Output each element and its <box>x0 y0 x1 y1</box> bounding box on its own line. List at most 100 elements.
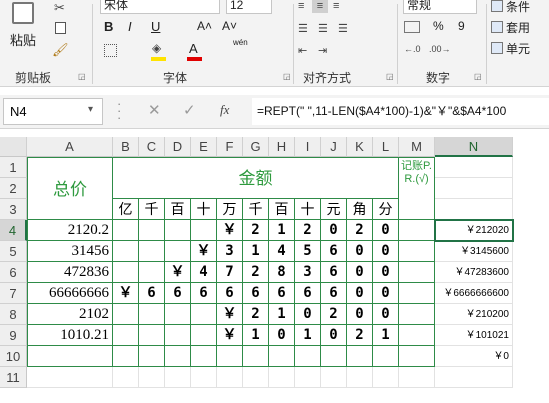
row-header-9[interactable]: 9 <box>0 325 27 346</box>
digit-cell[interactable]: 1 <box>269 304 295 325</box>
digit-cell[interactable]: 2 <box>243 220 269 241</box>
column-header-M[interactable]: M <box>399 137 435 157</box>
digit-cell[interactable]: 6 <box>217 283 243 304</box>
digit-cell[interactable] <box>269 346 295 367</box>
digit-cell[interactable]: 2 <box>347 220 373 241</box>
cell[interactable] <box>27 367 113 388</box>
increase-decimal-icon[interactable]: ←.0 <box>404 44 421 54</box>
font-dialog-icon[interactable]: ◲ <box>283 72 291 81</box>
format-painter-icon[interactable]: 🖌 <box>52 42 69 58</box>
cell[interactable] <box>243 367 269 388</box>
ledger-cell[interactable] <box>399 283 435 304</box>
digit-cell[interactable]: 6 <box>165 283 191 304</box>
cell-styles-button[interactable]: 单元 <box>506 40 530 57</box>
cell[interactable] <box>435 157 513 178</box>
digit-cell[interactable]: 6 <box>191 283 217 304</box>
font-name-select[interactable]: 宋体 <box>100 0 220 14</box>
column-header-D[interactable]: D <box>165 137 191 157</box>
row-header-3[interactable]: 3 <box>0 199 27 220</box>
digit-cell[interactable] <box>139 241 165 262</box>
cell[interactable] <box>269 367 295 388</box>
digit-cell[interactable]: 0 <box>347 241 373 262</box>
digit-cell[interactable] <box>191 325 217 346</box>
digit-cell[interactable]: 2 <box>295 220 321 241</box>
table-format-icon[interactable] <box>491 21 503 33</box>
column-header-E[interactable]: E <box>191 137 217 157</box>
align-center-icon[interactable]: ☰ <box>318 22 328 35</box>
ledger-cell[interactable] <box>399 220 435 241</box>
digit-cell[interactable]: 0 <box>295 304 321 325</box>
digit-cell[interactable]: 7 <box>217 262 243 283</box>
indent-decrease-icon[interactable]: ⇤ <box>298 44 307 57</box>
cell[interactable] <box>321 367 347 388</box>
font-color-button[interactable]: A <box>189 41 198 56</box>
n-result-cell[interactable]: ￥47283600 <box>435 262 513 283</box>
cut-icon[interactable]: ✂ <box>54 0 65 16</box>
ledger-pr-header[interactable]: 记账P.R.(√) <box>399 157 435 220</box>
digit-cell[interactable]: 2 <box>321 304 347 325</box>
digit-cell[interactable]: 0 <box>373 262 399 283</box>
row-header-6[interactable]: 6 <box>0 262 27 283</box>
number-dialog-icon[interactable]: ◲ <box>474 72 482 81</box>
cell-styles-icon[interactable] <box>491 42 503 54</box>
row-header-8[interactable]: 8 <box>0 304 27 325</box>
column-header-A[interactable]: A <box>27 137 113 157</box>
column-header-H[interactable]: H <box>269 137 295 157</box>
borders-icon[interactable] <box>104 44 117 57</box>
align-top-icon[interactable]: ≡ <box>298 0 304 12</box>
align-middle-icon[interactable]: ≡ <box>312 0 328 13</box>
digit-cell[interactable] <box>321 346 347 367</box>
digit-cell[interactable]: 2 <box>243 304 269 325</box>
format-as-table-button[interactable]: 套用 <box>506 19 530 36</box>
column-header-K[interactable]: K <box>347 137 373 157</box>
unit-header[interactable]: 十 <box>295 199 321 220</box>
digit-cell[interactable]: 6 <box>295 283 321 304</box>
currency-icon[interactable] <box>404 21 420 33</box>
row-header-1[interactable]: 1 <box>0 157 27 178</box>
selected-cell-n4[interactable] <box>434 219 514 242</box>
digit-cell[interactable] <box>139 262 165 283</box>
digit-cell[interactable]: 1 <box>243 325 269 346</box>
digit-cell[interactable]: 1 <box>269 220 295 241</box>
cell[interactable] <box>113 367 139 388</box>
digit-cell[interactable]: 0 <box>373 283 399 304</box>
align-bottom-icon[interactable]: ≡ <box>333 0 339 12</box>
digit-cell[interactable]: 6 <box>321 241 347 262</box>
name-box-dropdown-icon[interactable]: ▾ <box>88 104 93 115</box>
row-header-4[interactable]: 4 <box>0 220 27 241</box>
digit-cell[interactable] <box>165 220 191 241</box>
row-header-11[interactable]: 11 <box>0 367 27 388</box>
column-header-N[interactable]: N <box>435 137 513 157</box>
unit-header[interactable]: 元 <box>321 199 347 220</box>
digit-cell[interactable] <box>295 346 321 367</box>
cell[interactable] <box>217 367 243 388</box>
cell[interactable] <box>165 367 191 388</box>
digit-cell[interactable]: ￥ <box>217 304 243 325</box>
amount-value-cell[interactable]: 2120.2 <box>27 220 113 241</box>
unit-header[interactable]: 万 <box>217 199 243 220</box>
select-all-corner[interactable] <box>0 137 27 157</box>
decrease-decimal-icon[interactable]: .00→ <box>429 44 451 54</box>
column-header-C[interactable]: C <box>139 137 165 157</box>
ledger-cell[interactable] <box>399 241 435 262</box>
grow-font-button[interactable]: A˄ <box>197 19 212 33</box>
indent-increase-icon[interactable]: ⇥ <box>318 44 327 57</box>
digit-cell[interactable]: 6 <box>269 283 295 304</box>
digit-cell[interactable]: 0 <box>269 325 295 346</box>
digit-cell[interactable]: 6 <box>243 283 269 304</box>
paste-button[interactable]: 粘贴 <box>10 30 36 49</box>
ledger-cell[interactable] <box>399 346 435 367</box>
enter-icon[interactable]: ✓ <box>183 101 196 119</box>
n-result-cell[interactable]: ￥101021 <box>435 325 513 346</box>
digit-cell[interactable]: ￥ <box>165 262 191 283</box>
amount-header[interactable]: 金额 <box>113 157 399 199</box>
conditional-format-icon[interactable] <box>491 0 503 12</box>
digit-cell[interactable] <box>373 346 399 367</box>
conditional-format-button[interactable]: 条件 <box>506 0 530 15</box>
unit-header[interactable]: 分 <box>373 199 399 220</box>
unit-header[interactable]: 十 <box>191 199 217 220</box>
digit-cell[interactable] <box>165 304 191 325</box>
column-header-B[interactable]: B <box>113 137 139 157</box>
column-header-I[interactable]: I <box>295 137 321 157</box>
column-header-F[interactable]: F <box>217 137 243 157</box>
